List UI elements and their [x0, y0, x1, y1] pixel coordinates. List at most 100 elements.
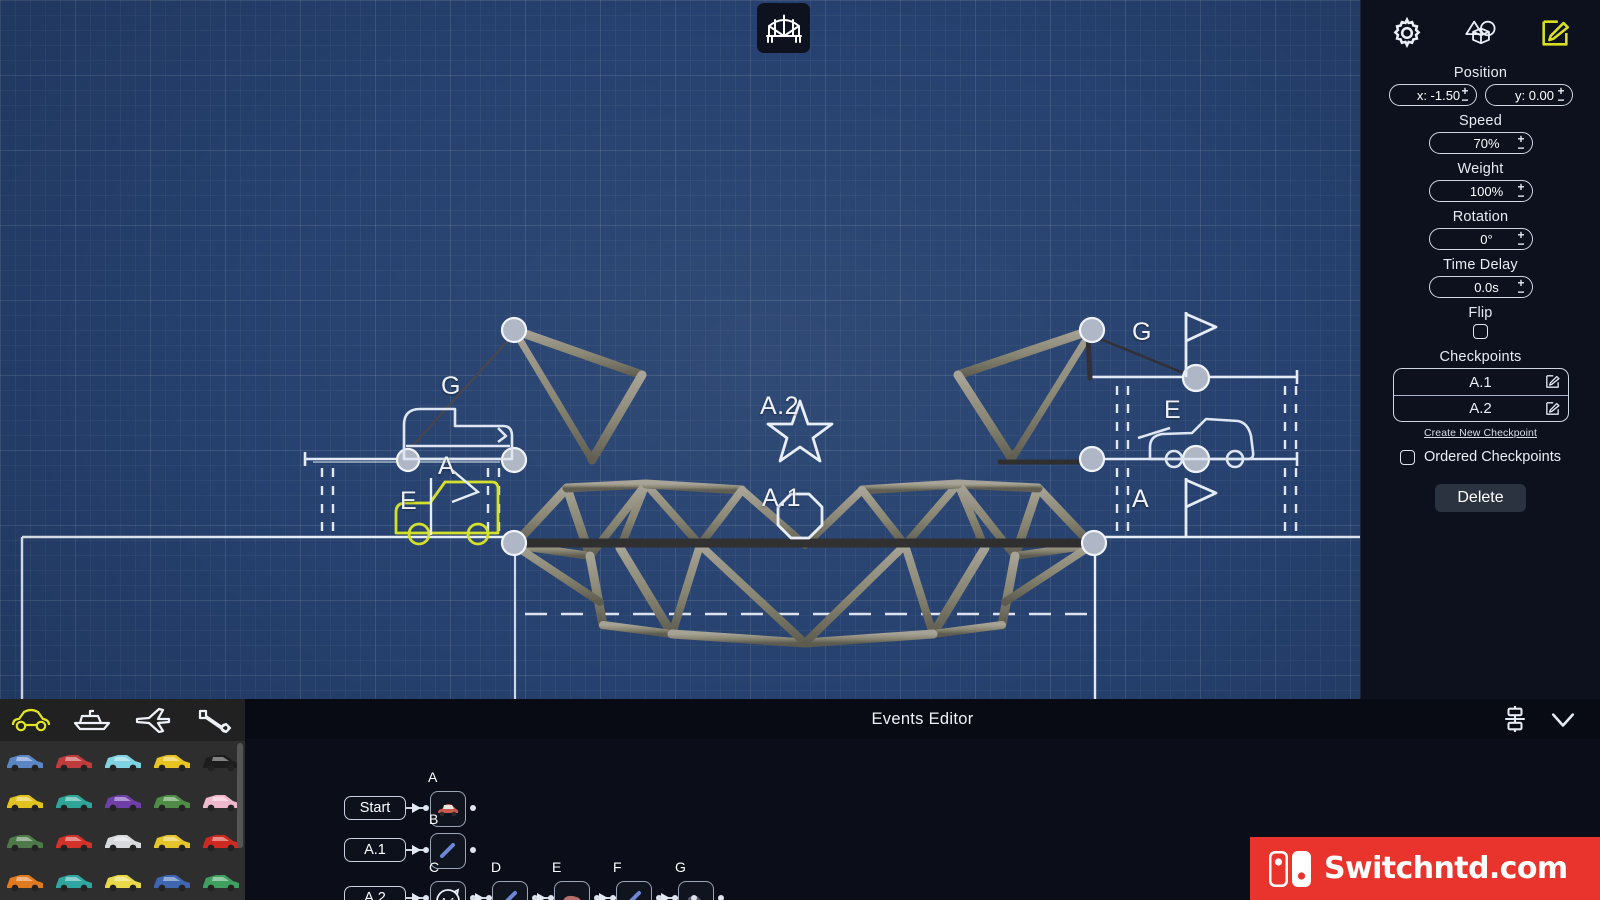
delete-button[interactable]: Delete: [1435, 484, 1526, 512]
palette-vehicle-yellow-dumper[interactable]: [0, 781, 49, 821]
weight-label: Weight: [1457, 161, 1504, 177]
checkpoint-name: A.1: [1469, 373, 1492, 391]
position-x-stepper[interactable]: + −: [1461, 85, 1468, 106]
position-y-stepper[interactable]: + −: [1557, 85, 1564, 106]
app-root: G A E A.2 A.1 G E A Position x: -1.50 + …: [0, 0, 1600, 900]
rotation-label: Rotation: [1452, 209, 1509, 225]
gear-icon: [1393, 16, 1420, 49]
minus-icon[interactable]: −: [1461, 94, 1468, 106]
palette-grid[interactable]: [0, 741, 245, 900]
minus-icon[interactable]: −: [1557, 94, 1564, 106]
flag-right-a: [1184, 478, 1218, 537]
blob-pink-icon: [555, 882, 589, 900]
connector-arrow: [412, 845, 421, 855]
node-tag-f: F: [613, 859, 622, 875]
event-node-c[interactable]: A.1: [430, 881, 466, 900]
vehicle-thumb-icon: [202, 795, 239, 812]
node-output-dot[interactable]: [718, 895, 724, 900]
ordered-checkpoints-checkbox[interactable]: [1399, 449, 1415, 465]
palette-vehicle-orange-truck[interactable]: [0, 861, 49, 900]
weight-field[interactable]: 100% + −: [1428, 180, 1533, 202]
palette-vehicle-purple-jeep[interactable]: [98, 781, 147, 821]
connector-arrow: [412, 893, 421, 900]
align-icon[interactable]: [1502, 706, 1528, 732]
speed-stepper[interactable]: + −: [1517, 133, 1524, 154]
palette-vehicle-red-truck[interactable]: [49, 741, 98, 781]
node-tag-a: A: [428, 769, 438, 785]
position-x-field[interactable]: x: -1.50 + −: [1388, 84, 1477, 106]
minus-icon[interactable]: −: [1517, 142, 1524, 154]
tab-settings[interactable]: [1387, 13, 1427, 53]
label-left-e: E: [400, 487, 418, 515]
weight-stepper[interactable]: + −: [1517, 181, 1524, 202]
connector-arrow: [412, 803, 421, 813]
vehicle-dark-icon: [679, 882, 713, 900]
pencil-icon[interactable]: [1544, 373, 1561, 390]
minus-icon[interactable]: −: [1517, 286, 1524, 298]
palette-vehicle-blue-racer[interactable]: [147, 861, 196, 900]
node-tag-g: G: [675, 859, 686, 875]
vehicle-thumb-icon: [202, 835, 239, 852]
stick-blue-icon: [493, 882, 527, 900]
trigger-a2[interactable]: A.2: [344, 886, 406, 900]
label-left-g: G: [441, 372, 461, 400]
trigger-a1[interactable]: A.1: [344, 838, 406, 862]
position-fields: x: -1.50 + − y: 0.00 + −: [1388, 84, 1573, 106]
palette-tab-boats[interactable]: [61, 707, 122, 733]
tab-objects[interactable]: [1461, 13, 1501, 53]
flip-checkbox[interactable]: [1473, 324, 1488, 339]
speed-label: Speed: [1459, 113, 1502, 129]
node-output-dot[interactable]: [470, 805, 476, 811]
palette-vehicle-blue-sedan[interactable]: [0, 741, 49, 781]
palette-vehicle-green-cart[interactable]: [196, 861, 245, 900]
vehicle-thumb-icon: [55, 755, 92, 772]
chevron-down-icon[interactable]: [1550, 706, 1576, 732]
palette-tab-special[interactable]: [184, 707, 245, 733]
palette-vehicle-green-semi[interactable]: [0, 821, 49, 861]
time-delay-field[interactable]: 0.0s + −: [1428, 276, 1533, 298]
vehicle-thumb-icon: [153, 835, 190, 852]
palette-vehicle-red-bus[interactable]: [49, 821, 98, 861]
palette-scrollbar[interactable]: [237, 743, 243, 848]
event-node-e[interactable]: [554, 881, 590, 900]
palette-vehicle-teal-bus[interactable]: [49, 861, 98, 900]
minus-icon[interactable]: −: [1517, 238, 1524, 250]
position-y-field[interactable]: y: 0.00 + −: [1484, 84, 1573, 106]
pencil-icon[interactable]: [1544, 400, 1561, 417]
node-output-dot[interactable]: [470, 847, 476, 853]
palette-vehicle-yellow-tow[interactable]: [147, 741, 196, 781]
minus-icon[interactable]: −: [1517, 190, 1524, 202]
rotation-field[interactable]: 0° + −: [1428, 228, 1533, 250]
palette-vehicle-cyan-van[interactable]: [98, 741, 147, 781]
event-node-d[interactable]: [492, 881, 528, 900]
palette-vehicle-green-mini[interactable]: [147, 781, 196, 821]
speed-field[interactable]: 70% + −: [1428, 132, 1533, 154]
time-delay-label: Time Delay: [1443, 257, 1518, 273]
checkpoint-row-a2[interactable]: A.2: [1393, 395, 1568, 421]
palette-vehicle-banana-car[interactable]: [98, 861, 147, 900]
event-node-g[interactable]: [678, 881, 714, 900]
label-left-a: A: [438, 452, 456, 480]
vehicle-thumb-icon: [55, 835, 92, 852]
event-node-f[interactable]: [616, 881, 652, 900]
create-checkpoint-link[interactable]: Create New Checkpoint: [1424, 427, 1537, 439]
tab-edit[interactable]: [1535, 13, 1575, 53]
palette-vehicle-teal-scooter[interactable]: [49, 781, 98, 821]
checkpoint-row-a1[interactable]: A.1: [1394, 369, 1568, 395]
palette-tab-planes[interactable]: [123, 707, 184, 733]
pencil-edit-icon: [1541, 20, 1569, 46]
vehicle-thumb-icon: [104, 795, 141, 812]
ordered-checkpoints-label: Ordered Checkpoints: [1423, 449, 1561, 465]
time-delay-stepper[interactable]: + −: [1517, 277, 1524, 298]
bridge-mode-button[interactable]: [757, 3, 810, 53]
rotation-stepper[interactable]: + −: [1517, 229, 1524, 250]
events-editor-header: Events Editor: [245, 699, 1600, 739]
inspector-tabs: [1361, 8, 1600, 58]
palette-tab-cars[interactable]: [0, 707, 61, 733]
trigger-start[interactable]: Start: [344, 796, 406, 820]
events-editor-title: Events Editor: [871, 709, 974, 728]
palette-vehicle-yellow-taxi[interactable]: [147, 821, 196, 861]
palette-vehicle-police-car[interactable]: [98, 821, 147, 861]
label-right-e: E: [1164, 396, 1182, 424]
checkpoints-label: Checkpoints: [1439, 349, 1522, 365]
